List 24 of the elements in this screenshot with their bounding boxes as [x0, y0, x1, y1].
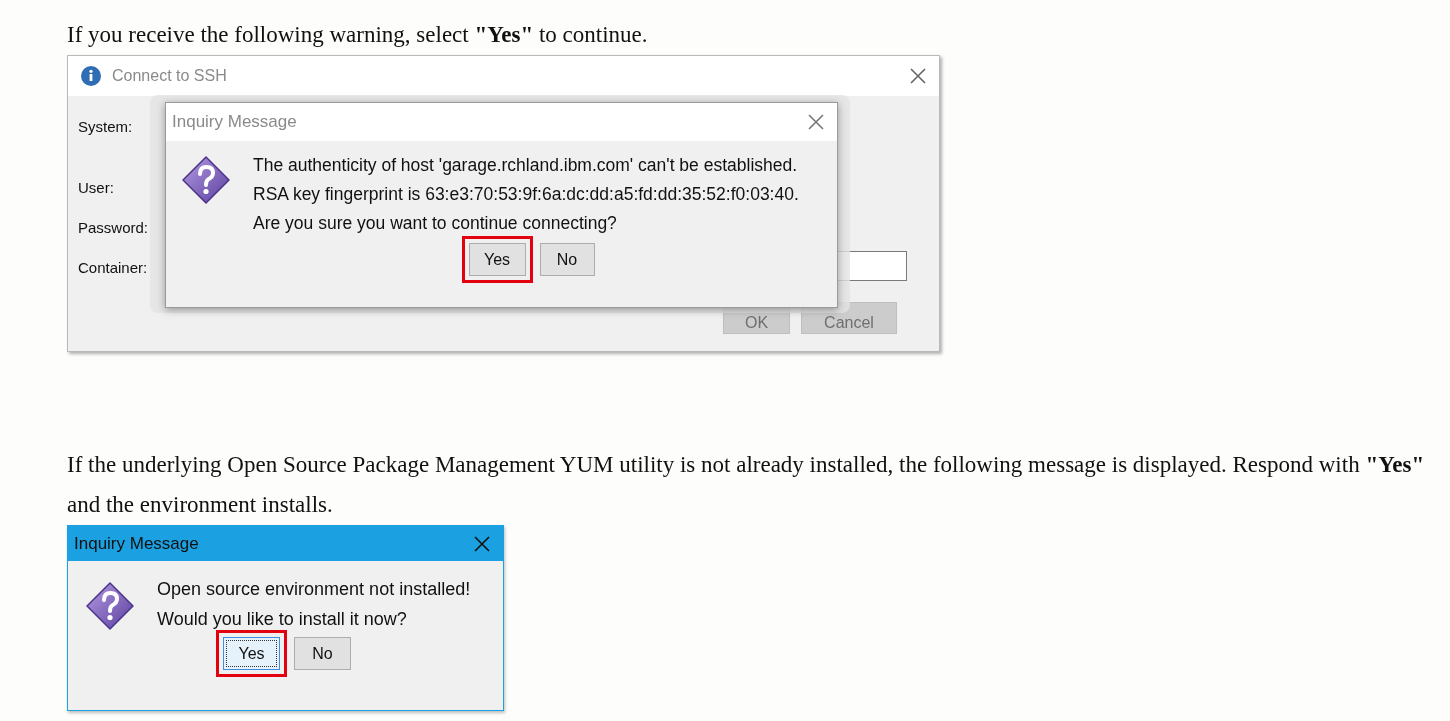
message-text: The authenticity of host 'garage.rchland.ibm.com' can't be established. [253, 154, 799, 177]
dialog-button[interactable]: Yes [468, 243, 526, 276]
field-label: Password: [78, 218, 149, 238]
message-text: Are you sure you want to continue connecting? [253, 212, 618, 235]
window-title: Connect to SSH [112, 66, 227, 86]
close-icon[interactable] [473, 534, 491, 553]
message-text: Open source environment not installed! [157, 578, 471, 601]
question-icon [85, 581, 135, 631]
field-label: User: [78, 178, 114, 198]
instruction-text: If the underlying Open Source Package Management YUM utility is not already installed, the following message is displayed. Respond with "Yes" and the environment installs. [67, 451, 1426, 519]
instruction-text: If you receive the following warning, select "Yes" to continue. [67, 21, 649, 49]
dialog-title: Inquiry Message [74, 532, 199, 555]
dialog-button[interactable]: Yes [223, 637, 280, 670]
close-icon[interactable] [909, 67, 927, 85]
message-text: RSA key fingerprint is 63:e3:70:53:9f:6a:dc:dd:a5:fd:dd:35:52:f0:03:40. [253, 183, 799, 206]
dialog-button[interactable]: No [539, 243, 595, 276]
dialog-button[interactable]: No [294, 637, 351, 670]
question-icon [181, 155, 231, 205]
close-icon[interactable] [807, 113, 825, 131]
dialog-title: Inquiry Message [172, 111, 297, 134]
field-label: Container: [78, 258, 148, 278]
info-icon [80, 65, 102, 87]
field-label: System: [78, 117, 133, 137]
message-text: Would you like to install it now? [157, 608, 408, 631]
